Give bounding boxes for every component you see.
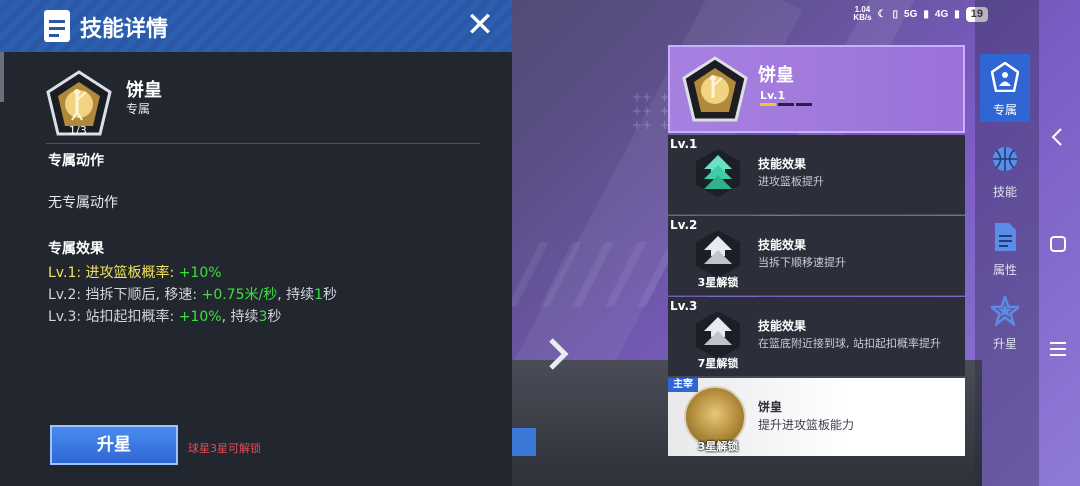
close-button[interactable]: ✕ (462, 6, 498, 44)
signal-4g: 4G (934, 8, 949, 20)
level-card-1[interactable]: Lv.1 技能效果 进攻篮板提升 (668, 135, 965, 215)
skill-detail-panel: 技能详情 ✕ 饼皇 专属 1/3 专属动作 无专属动作 专属效果 Lv.1: 进… (0, 0, 512, 486)
rank-up-icon (696, 149, 740, 197)
nav-star-up[interactable]: 升星 (980, 288, 1030, 356)
net-speed: 1.04 KB/s (853, 5, 872, 22)
skill-badge-icon (682, 56, 748, 122)
vibrate-icon: ▯ (892, 8, 899, 20)
scroll-edge (0, 52, 4, 102)
panel-title: 技能详情 (80, 17, 169, 42)
skill-card-level: Lv.1 (760, 89, 786, 102)
leader-skill-desc: 提升进攻篮板能力 (758, 418, 855, 432)
exclusive-action-title: 专属动作 (48, 153, 104, 169)
leader-tag: 主宰 (668, 378, 698, 392)
effect-title: 技能效果 (758, 238, 807, 252)
exclusive-icon (991, 62, 1019, 92)
unlock-note: 球星3星可解锁 (188, 442, 261, 455)
level-card-2[interactable]: Lv.2 技能效果 当拆下顺移速提升 3星解锁 (668, 216, 965, 296)
effect-line-lv2: Lv.2: 挡拆下顺后, 移速: +0.75米/秒, 持续1秒 (48, 287, 338, 303)
effect-title: 技能效果 (758, 319, 807, 333)
locked-rank-icon (696, 311, 740, 359)
basketball-icon (993, 147, 1017, 171)
background-button-fragment (512, 428, 536, 456)
skill-name: 饼皇 (126, 80, 162, 101)
document-icon (44, 10, 70, 42)
moon-icon: ☾ (877, 8, 887, 20)
status-bar: 1.04 KB/s ☾ ▯ 5G ▮ 4G ▮ 19 (853, 6, 988, 22)
signal-5g: 5G (904, 8, 918, 20)
chevron-right-icon[interactable] (545, 336, 571, 372)
exclusive-effect-title: 专属效果 (48, 241, 104, 257)
effect-line-lv1: Lv.1: 进攻篮板概率: +10% (48, 265, 222, 281)
locked-rank-icon (696, 230, 740, 278)
level-card-3[interactable]: Lv.3 技能效果 在篮底附近接到球, 站扣起扣概率提升 7星解锁 (668, 297, 965, 377)
menu-icon[interactable] (1046, 337, 1070, 361)
unlock-requirement: 7星解锁 (697, 357, 739, 370)
skill-progress: 1/3 (69, 124, 87, 137)
level-progress-bar (760, 103, 812, 106)
unlock-requirement: 3星解锁 (697, 276, 739, 289)
leader-skill-name: 饼皇 (758, 400, 783, 414)
skill-tag: 专属 (126, 102, 151, 116)
document-icon (995, 223, 1016, 251)
nav-exclusive[interactable]: 专属 (980, 54, 1030, 122)
effect-desc: 进攻篮板提升 (758, 175, 824, 188)
upgrade-star-button[interactable]: 升星 (50, 425, 178, 465)
effect-desc: 当拆下顺移速提升 (758, 256, 846, 269)
panel-header: 技能详情 ✕ (0, 0, 512, 52)
close-icon: ✕ (465, 5, 495, 45)
nav-attributes[interactable]: 属性 (980, 214, 1030, 282)
decorative-plus-grid: ++ + ++ + ++ + (632, 90, 670, 132)
signal-bars-icon: ▮ (923, 8, 929, 20)
star-icon (991, 296, 1019, 326)
effect-title: 技能效果 (758, 157, 807, 171)
signal-bars-icon: ▮ (954, 8, 960, 20)
back-icon[interactable] (1046, 125, 1070, 149)
exclusive-action-text: 无专属动作 (48, 195, 118, 211)
nav-skill[interactable]: 技能 (980, 136, 1030, 204)
skill-card-name: 饼皇 (758, 65, 794, 86)
effect-desc: 在篮底附近接到球, 站扣起扣概率提升 (758, 337, 941, 350)
leader-skill-card[interactable]: 主宰 饼皇 提升进攻篮板能力 3星解锁 (668, 378, 965, 456)
home-icon[interactable] (1046, 232, 1070, 256)
divider (46, 143, 480, 144)
effect-line-lv3: Lv.3: 站扣起扣概率: +10%, 持续3秒 (48, 309, 282, 325)
unlock-requirement: 3星解锁 (697, 440, 739, 453)
skill-card-selected[interactable]: 饼皇 Lv.1 (668, 45, 965, 133)
